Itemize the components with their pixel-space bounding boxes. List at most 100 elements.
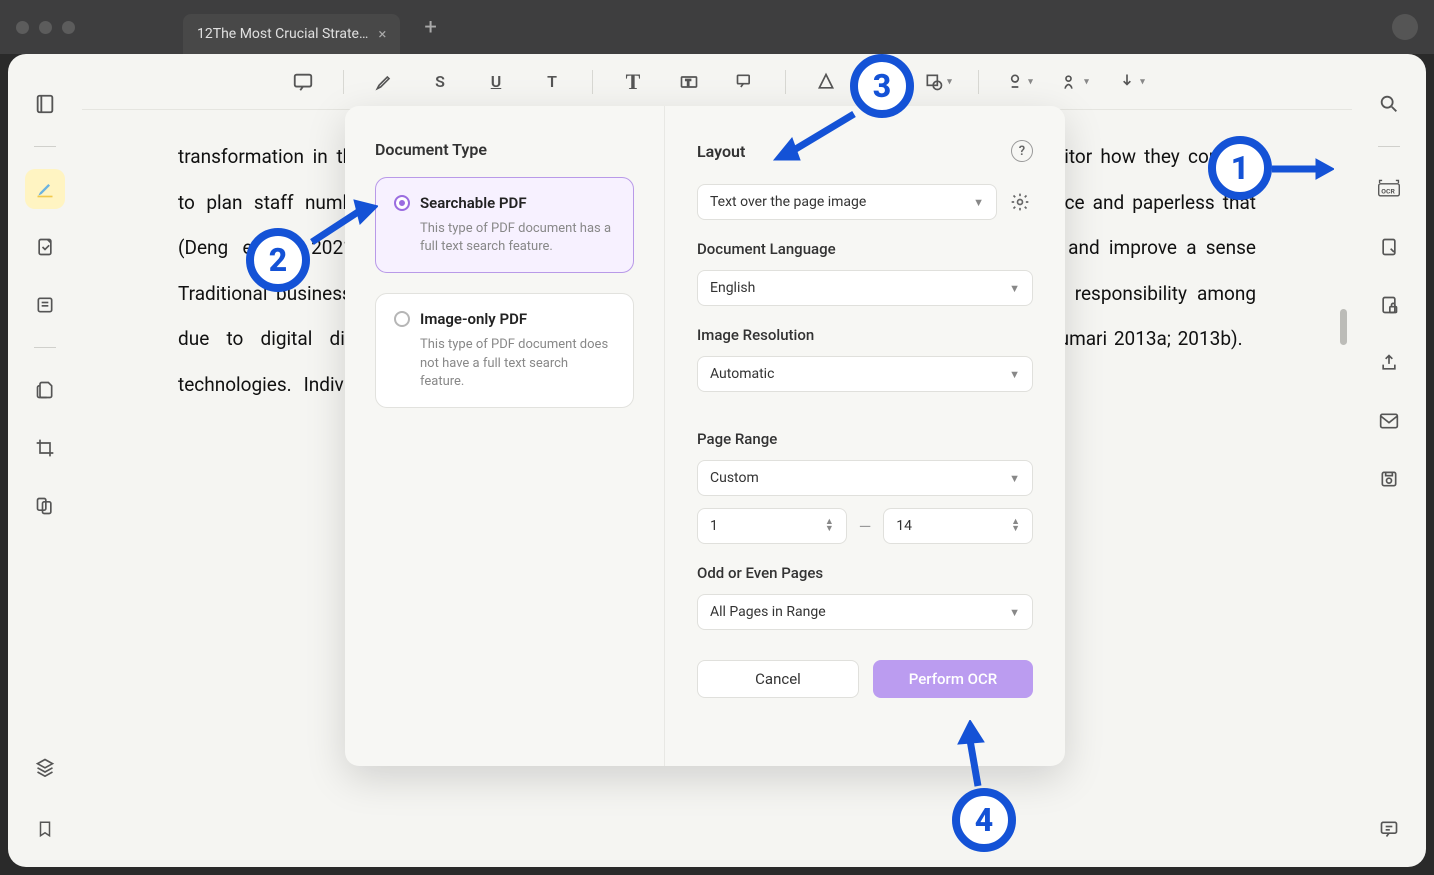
- resolution-heading: Image Resolution: [697, 326, 1033, 344]
- help-icon[interactable]: ?: [1011, 140, 1033, 162]
- doc-type-heading: Document Type: [375, 140, 634, 159]
- type-imageonly-label: Image-only PDF: [420, 310, 527, 328]
- bottom-right-tools: [1352, 809, 1426, 849]
- highlight-tool-icon[interactable]: [368, 66, 400, 98]
- highlighter-icon[interactable]: [25, 169, 65, 209]
- cancel-label: Cancel: [755, 670, 801, 688]
- language-select[interactable]: English ▼: [697, 270, 1033, 306]
- annotation-4: 4: [952, 788, 1016, 852]
- chevron-down-icon: ▼: [1009, 368, 1020, 381]
- page-range-value: Custom: [710, 470, 759, 486]
- layers-icon[interactable]: [25, 747, 65, 787]
- mail-icon[interactable]: [1369, 401, 1409, 441]
- crop-icon[interactable]: [25, 428, 65, 468]
- range-dash: —: [859, 517, 872, 536]
- layout-heading-row: Layout ?: [697, 140, 1033, 162]
- left-sidebar: [8, 54, 82, 867]
- scrollbar-thumb[interactable]: [1340, 309, 1347, 345]
- bookmark-icon[interactable]: [25, 809, 65, 849]
- callout-icon[interactable]: [729, 66, 761, 98]
- comment-icon[interactable]: [287, 66, 319, 98]
- tab-title: 12The Most Crucial Strate…: [197, 26, 368, 42]
- page-range-from[interactable]: 1 ▲▼: [697, 508, 847, 544]
- text-icon[interactable]: T: [617, 66, 649, 98]
- pages-icon[interactable]: [25, 370, 65, 410]
- avatar[interactable]: [1392, 14, 1418, 40]
- dialog-left-pane: Document Type Searchable PDF This type o…: [345, 106, 665, 766]
- bottom-left-tools: [8, 747, 82, 849]
- close-window-icon[interactable]: [16, 21, 29, 34]
- page-from-value: 1: [710, 518, 718, 534]
- annotation-toolbar: S U T T T ▾ ▾ ▾ ▾: [82, 54, 1352, 110]
- close-tab-icon[interactable]: ×: [378, 25, 386, 43]
- layout-select[interactable]: Text over the page image ▼: [697, 184, 997, 220]
- annotation-1: 1: [1208, 136, 1272, 200]
- minimize-window-icon[interactable]: [39, 21, 52, 34]
- divider: [1378, 146, 1400, 147]
- language-heading: Document Language: [697, 240, 1033, 258]
- type-imageonly-desc: This type of PDF document does not have …: [394, 336, 615, 391]
- separator: [978, 70, 979, 94]
- edit-pdf-icon[interactable]: [1369, 227, 1409, 267]
- signature-icon[interactable]: ▾: [1059, 66, 1091, 98]
- radio-selected-icon: [394, 195, 410, 211]
- svg-text:T: T: [686, 78, 691, 88]
- perform-ocr-button[interactable]: Perform OCR: [873, 660, 1033, 698]
- language-value: English: [710, 280, 755, 296]
- stepper-icon[interactable]: ▲▼: [825, 519, 834, 533]
- share-icon[interactable]: [1369, 343, 1409, 383]
- squiggly-icon[interactable]: T: [536, 66, 568, 98]
- new-tab-button[interactable]: +: [424, 15, 436, 40]
- textbox-icon[interactable]: T: [673, 66, 705, 98]
- cancel-button[interactable]: Cancel: [697, 660, 859, 698]
- odd-even-select[interactable]: All Pages in Range ▼: [697, 594, 1033, 630]
- type-searchable-pdf[interactable]: Searchable PDF This type of PDF document…: [375, 177, 634, 273]
- separator: [785, 70, 786, 94]
- svg-text:OCR: OCR: [1381, 187, 1395, 195]
- chevron-down-icon: ▼: [1009, 606, 1020, 619]
- sign-icon[interactable]: ▾: [1115, 66, 1147, 98]
- chat-icon[interactable]: [1369, 809, 1409, 849]
- ocr-icon[interactable]: OCR: [1369, 169, 1409, 209]
- thumbnails-icon[interactable]: [25, 84, 65, 124]
- strikethrough-icon[interactable]: S: [424, 66, 456, 98]
- page-range-select[interactable]: Custom ▼: [697, 460, 1033, 496]
- page-range-heading: Page Range: [697, 430, 1033, 448]
- ocr-dialog: Document Type Searchable PDF This type o…: [345, 106, 1065, 766]
- window-controls: [16, 21, 75, 34]
- underline-icon[interactable]: U: [480, 66, 512, 98]
- gear-icon[interactable]: [1007, 189, 1033, 215]
- arrow-1: [1272, 155, 1334, 183]
- save-icon[interactable]: [1369, 459, 1409, 499]
- divider: [34, 347, 56, 348]
- dialog-right-pane: Layout ? Text over the page image ▼ Docu…: [665, 106, 1065, 766]
- right-sidebar: OCR: [1352, 54, 1426, 867]
- resolution-select[interactable]: Automatic ▼: [697, 356, 1033, 392]
- perform-label: Perform OCR: [909, 670, 997, 688]
- divider: [34, 146, 56, 147]
- layout-heading: Layout: [697, 142, 745, 161]
- separator: [592, 70, 593, 94]
- pen-icon[interactable]: [810, 66, 842, 98]
- odd-even-heading: Odd or Even Pages: [697, 564, 1033, 582]
- search-icon[interactable]: [1369, 84, 1409, 124]
- type-imageonly-pdf[interactable]: Image-only PDF This type of PDF document…: [375, 293, 634, 408]
- reader-icon[interactable]: [25, 285, 65, 325]
- protect-icon[interactable]: [1369, 285, 1409, 325]
- compare-icon[interactable]: [25, 486, 65, 526]
- shapes-icon[interactable]: ▾: [922, 66, 954, 98]
- page-range-to[interactable]: 14 ▲▼: [883, 508, 1033, 544]
- stepper-icon[interactable]: ▲▼: [1011, 519, 1020, 533]
- odd-even-value: All Pages in Range: [710, 604, 826, 620]
- arrow-2: [306, 198, 378, 250]
- chevron-down-icon: ▼: [1009, 472, 1020, 485]
- separator: [343, 70, 344, 94]
- type-searchable-label: Searchable PDF: [420, 194, 527, 212]
- resolution-value: Automatic: [710, 366, 774, 382]
- chevron-down-icon: ▼: [1009, 282, 1020, 295]
- arrow-3: [772, 108, 862, 166]
- tab-document[interactable]: 12The Most Crucial Strate… ×: [183, 14, 400, 54]
- stamp-icon[interactable]: ▾: [1003, 66, 1035, 98]
- note-icon[interactable]: [25, 227, 65, 267]
- maximize-window-icon[interactable]: [62, 21, 75, 34]
